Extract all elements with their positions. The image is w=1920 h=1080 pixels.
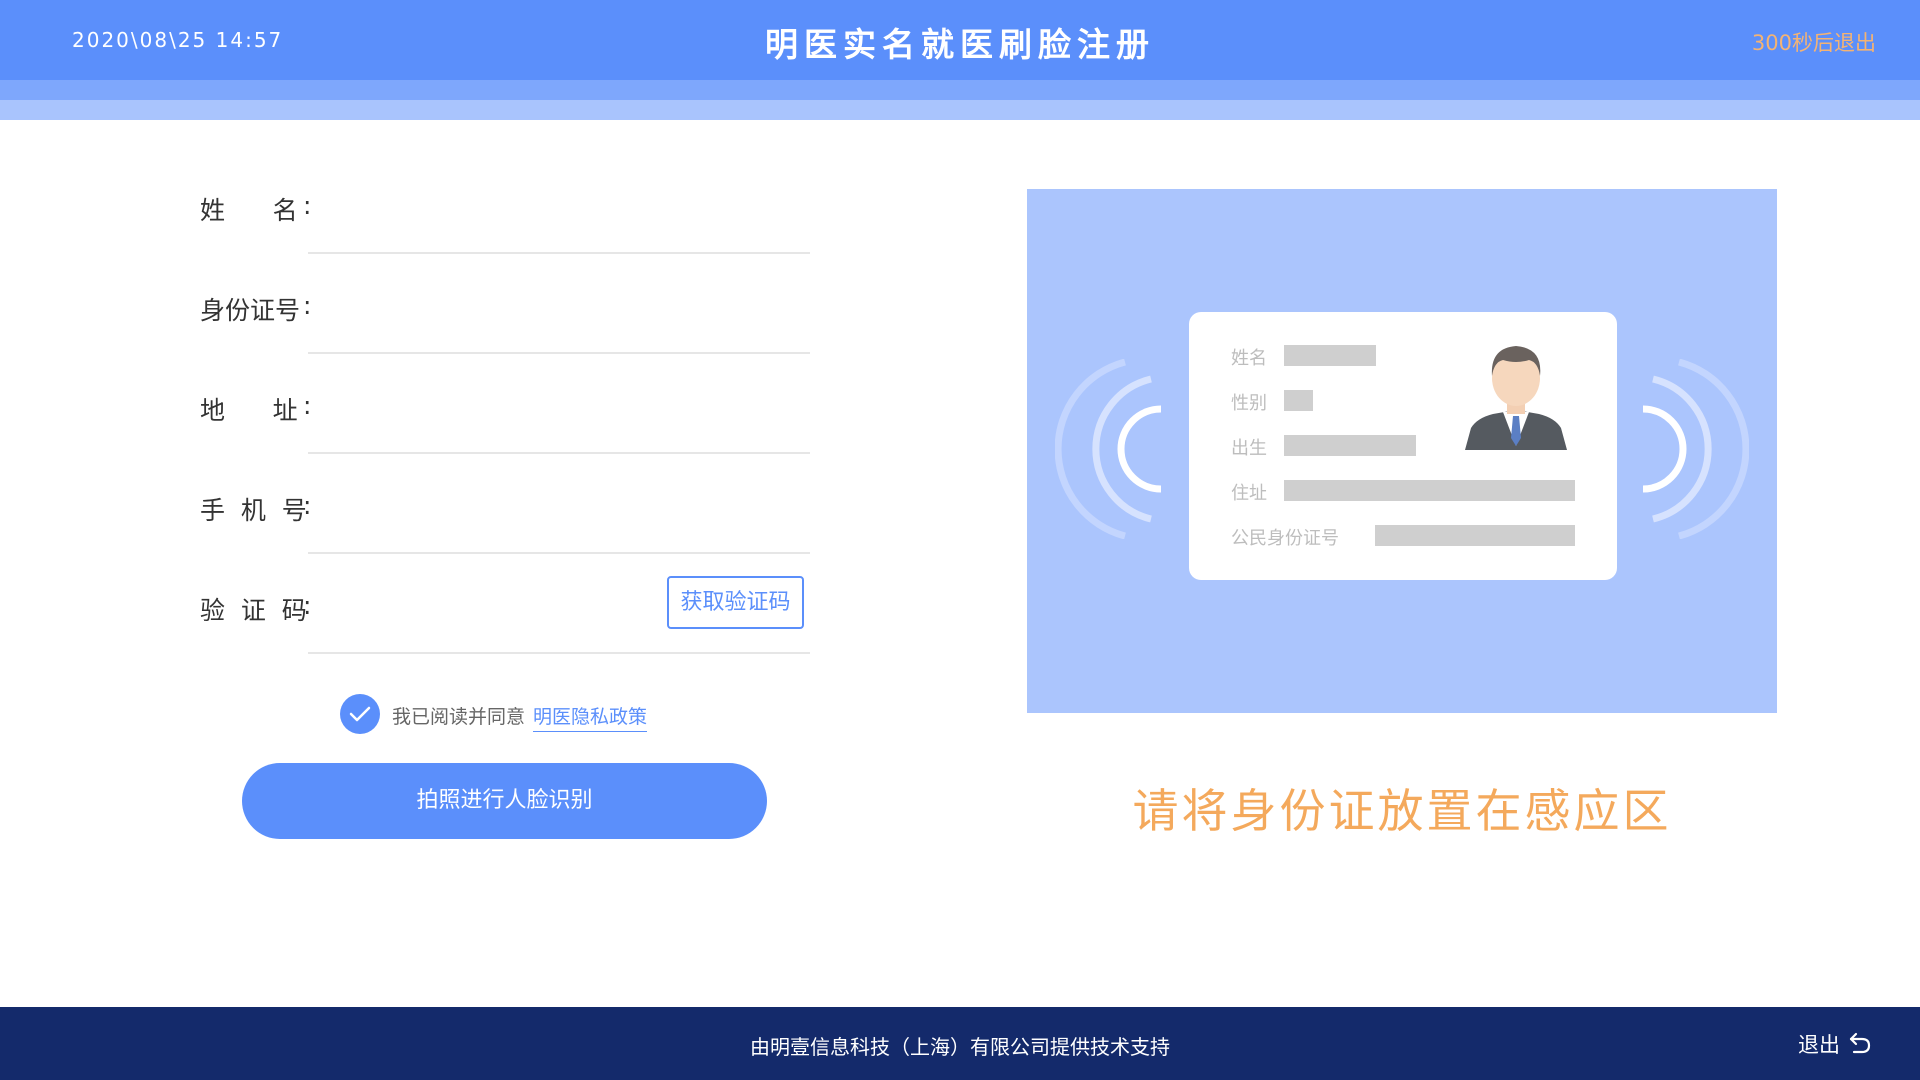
card-field-label: 姓名 <box>1231 348 1267 369</box>
id-number-label: 身份证号 <box>200 296 301 325</box>
card-field-bar <box>1284 435 1416 456</box>
phone-row: 手 机 号 : <box>0 453 820 554</box>
countdown-timer: 300秒后退出 <box>1751 31 1876 55</box>
get-code-button[interactable]: 获取验证码 <box>667 576 804 629</box>
header-stripe-2 <box>0 100 1920 120</box>
id-number-row: 身份证号 : <box>0 253 820 354</box>
card-field-bar <box>1375 525 1575 546</box>
verification-code-underline <box>308 652 810 654</box>
card-field-label: 公民身份证号 <box>1231 528 1339 549</box>
card-field-bar <box>1284 390 1313 411</box>
address-label: 地 址 <box>200 396 298 425</box>
id-card-reader-area: 姓名 性别 出生 住址 公民身份证号 <box>1027 189 1777 713</box>
card-field-bar <box>1284 345 1376 366</box>
phone-label: 手 机 号 <box>200 496 307 525</box>
id-number-input[interactable] <box>320 287 654 329</box>
verification-code-label: 验 证 码 <box>200 596 307 625</box>
card-field-bar <box>1284 480 1575 501</box>
face-recognition-button[interactable]: 拍照进行人脸识别 <box>242 763 767 839</box>
agreement-text: 我已阅读并同意 <box>392 706 526 728</box>
nfc-wave-left-icon <box>1055 359 1162 539</box>
colon: : <box>303 491 312 520</box>
name-row: 姓 名 : <box>0 153 820 254</box>
name-input[interactable] <box>320 187 654 229</box>
name-label: 姓 名 <box>200 196 298 225</box>
exit-button[interactable]: 退出 <box>1798 1029 1871 1059</box>
person-avatar-icon <box>1465 346 1567 450</box>
header-bar: 2020\08\25 14:57 明医实名就医刷脸注册 300秒后退出 <box>0 0 1920 80</box>
colon: : <box>303 391 312 420</box>
colon: : <box>303 591 312 620</box>
placement-hint: 请将身份证放置在感应区 <box>1132 784 1672 838</box>
check-icon <box>349 706 371 722</box>
card-field-label: 性别 <box>1231 393 1267 414</box>
footer-credit: 由明壹信息科技（上海）有限公司提供技术支持 <box>750 1035 1170 1059</box>
nfc-wave-right-icon <box>1642 359 1749 539</box>
card-field-label: 出生 <box>1231 438 1267 459</box>
colon: : <box>303 291 312 320</box>
agreement-checkbox[interactable] <box>340 694 380 734</box>
colon: : <box>303 191 312 220</box>
footer-bar: 由明壹信息科技（上海）有限公司提供技术支持 退出 <box>0 1007 1920 1080</box>
card-field-label: 住址 <box>1231 483 1267 504</box>
address-input[interactable] <box>320 387 654 429</box>
id-card-illustration: 姓名 性别 出生 住址 公民身份证号 <box>1189 312 1617 580</box>
verification-code-input[interactable] <box>320 587 644 629</box>
exit-return-icon <box>1849 1032 1871 1054</box>
header-stripe-1 <box>0 80 1920 100</box>
page-title: 明医实名就医刷脸注册 <box>765 25 1155 64</box>
exit-label: 退出 <box>1798 1033 1840 1057</box>
address-row: 地 址 : <box>0 353 820 454</box>
phone-input[interactable] <box>320 487 654 529</box>
privacy-policy-link[interactable]: 明医隐私政策 <box>533 702 648 732</box>
